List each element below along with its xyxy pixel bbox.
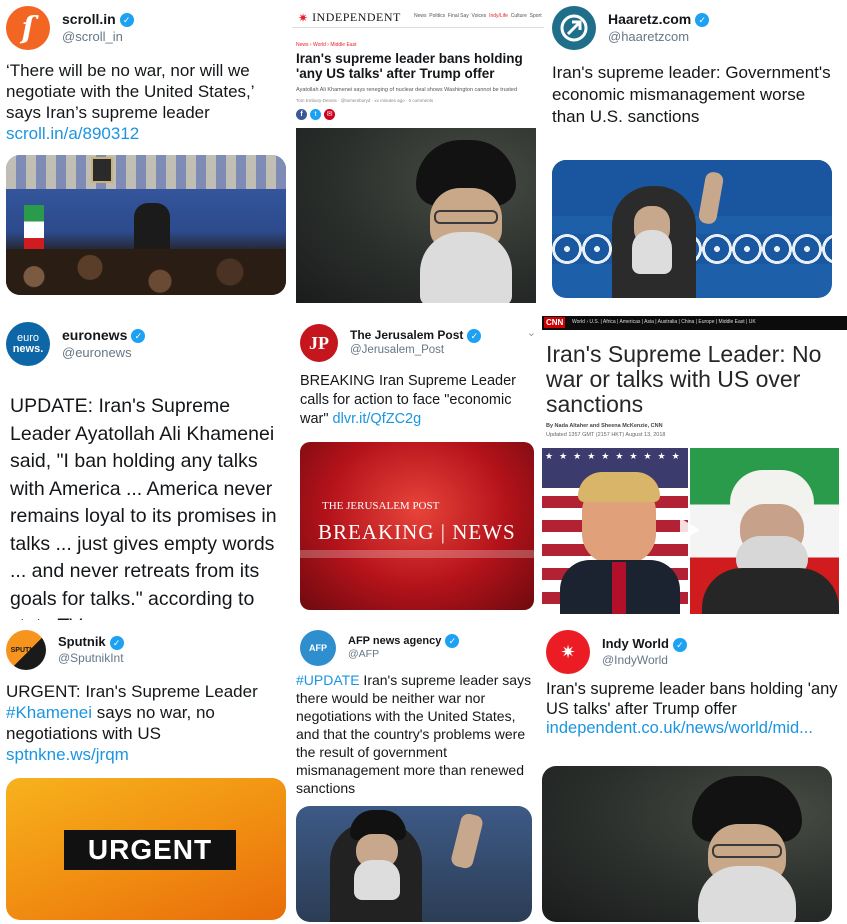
speaker-beard	[632, 230, 672, 274]
khamenei-photo[interactable]	[296, 128, 536, 303]
trump-rouhani-photo[interactable]: ★★★★★★★★★★	[542, 448, 839, 614]
tweet-sputnik[interactable]: SPUTNIK Sputnik ✓ @SputnikInt URGENT: Ira…	[0, 624, 294, 924]
raised-hand	[449, 812, 485, 870]
tweet-link[interactable]: dlvr.it/QfZC2g	[333, 411, 422, 427]
display-name[interactable]: AFP news agency	[348, 635, 441, 649]
tweet-text: UPDATE: Iran's Supreme Leader Ayatollah …	[10, 395, 277, 620]
facebook-share-icon[interactable]: f	[296, 109, 307, 120]
beard	[420, 232, 512, 303]
article-standfirst: Ayatollah Ali Khamenei says reneging of …	[296, 87, 518, 93]
verified-icon: ✓	[109, 635, 124, 650]
display-name[interactable]: Indy World	[602, 636, 669, 652]
handle[interactable]: @haaretzcom	[608, 29, 709, 45]
speaker-beard	[354, 860, 400, 900]
haaretz-avatar[interactable]	[552, 6, 596, 50]
verified-icon: ✓	[672, 637, 687, 652]
brand-name[interactable]: INDEPENDENT	[312, 10, 401, 25]
tweet-photo[interactable]	[542, 766, 832, 922]
scroll-avatar[interactable]: ſ	[6, 6, 50, 50]
beard	[698, 866, 796, 922]
divider	[292, 27, 544, 28]
tweet-text: Iran's supreme leader: Government's econ…	[552, 63, 831, 126]
verified-icon: ✓	[467, 328, 482, 343]
eagle-icon: ✷	[560, 641, 576, 662]
tweet-afp[interactable]: AFP AFP news agency ✓ @AFP #UPDATE Iran's…	[294, 624, 540, 924]
hashtag-link[interactable]: #Khamenei	[6, 703, 92, 722]
handle[interactable]: @IndyWorld	[602, 653, 687, 668]
urgent-card[interactable]: URGENT	[6, 778, 286, 920]
afp-avatar[interactable]: AFP	[300, 630, 336, 666]
tweet-indy-world[interactable]: ✷ Indy World ✓ @IndyWorld Iran's supreme …	[540, 624, 847, 924]
hashtag-link[interactable]: #UPDATE	[296, 672, 360, 688]
site-nav[interactable]: News Politics Final Say Voices Indy/Life…	[414, 13, 542, 19]
card-text: BREAKING | NEWS	[318, 520, 516, 544]
byline: By Nada Altaher and Sheena McKenzie, CNN	[546, 423, 663, 429]
jpost-avatar[interactable]: JP	[300, 324, 338, 362]
handle[interactable]: @euronews	[62, 345, 145, 361]
tweet-text: Iran's supreme leader bans holding 'any …	[546, 680, 838, 718]
speaker-figure	[134, 203, 170, 253]
verified-icon: ✓	[119, 12, 134, 27]
verified-icon: ✓	[131, 328, 146, 343]
glasses	[712, 844, 782, 858]
verified-icon: ✓	[695, 12, 710, 27]
section-breadcrumb[interactable]: News › World › Middle East	[296, 42, 356, 48]
twitter-share-icon[interactable]: t	[310, 109, 321, 120]
email-share-icon[interactable]: ✉	[324, 109, 335, 120]
haaretz-logo-icon	[560, 14, 588, 42]
handle[interactable]: @scroll_in	[62, 29, 134, 45]
rouhani-robe	[702, 568, 839, 614]
handle[interactable]: @AFP	[348, 648, 459, 661]
glasses	[434, 210, 498, 224]
crowd	[6, 249, 286, 295]
urgent-label: URGENT	[87, 834, 213, 865]
display-name[interactable]: Sputnik	[58, 634, 106, 650]
tweet-photo[interactable]	[552, 160, 832, 298]
handle[interactable]: @Jerusalem_Post	[350, 343, 481, 357]
byline: Tom Embury-Dennis · @tomemburyd · xx min…	[296, 98, 434, 103]
tweet-link[interactable]: independent.co.uk/news/world/mid...	[546, 719, 813, 737]
trump-tie	[612, 562, 626, 614]
card-bar	[300, 550, 534, 558]
article-headline: Iran's supreme leader bans holding 'any …	[296, 51, 523, 81]
tweet-scroll[interactable]: ſ scroll.in ✓ @scroll_in ‘There will be n…	[0, 0, 292, 305]
banner-pattern	[6, 155, 286, 189]
display-name[interactable]: The Jerusalem Post	[350, 328, 463, 343]
euronews-avatar[interactable]: euro news.	[6, 322, 50, 366]
tweet-euronews[interactable]: euro news. euronews ✓ @euronews UPDATE: Ir…	[0, 308, 294, 620]
tweet-text: URGENT: Iran's Supreme Leader	[6, 682, 258, 701]
independent-article[interactable]: ✷ INDEPENDENT News Politics Final Say Vo…	[292, 0, 544, 305]
tweet-haaretz[interactable]: Haaretz.com ✓ @haaretzcom Iran's supreme …	[546, 0, 847, 305]
trump-hair	[578, 472, 660, 502]
tweet-text: Iran's supreme leader says there would b…	[296, 672, 532, 796]
handle[interactable]: @SputnikInt	[58, 651, 124, 666]
updated-time: Updated 1357 GMT (2157 HKT) August 13, 2…	[546, 432, 666, 438]
verified-icon: ✓	[445, 634, 460, 649]
tweet-jerusalem-post[interactable]: JP The Jerusalem Post ✓ @Jerusalem_Post ⌄…	[294, 318, 542, 614]
display-name[interactable]: scroll.in	[62, 11, 116, 29]
independent-eagle-icon: ✷	[298, 10, 309, 25]
tweet-photo[interactable]	[296, 806, 532, 922]
cnn-nav[interactable]: World › U.S. | Africa | Americas | Asia …	[572, 319, 756, 325]
tweet-photo[interactable]	[6, 155, 286, 295]
display-name[interactable]: euronews	[62, 327, 127, 345]
cnn-article[interactable]: CNN World › U.S. | Africa | Americas | A…	[542, 316, 847, 616]
sputnik-avatar[interactable]: SPUTNIK	[6, 630, 46, 670]
cnn-logo[interactable]: CNN	[544, 317, 566, 328]
article-headline: Iran's Supreme Leader: No war or talks w…	[546, 341, 822, 417]
chevron-down-icon[interactable]: ⌄	[527, 326, 536, 339]
card-brand: THE JERUSALEM POST	[322, 500, 440, 512]
tweet-link[interactable]: scroll.in/a/890312	[6, 124, 139, 143]
indy-world-avatar[interactable]: ✷	[546, 630, 590, 674]
display-name[interactable]: Haaretz.com	[608, 11, 691, 29]
iran-flag	[24, 205, 44, 255]
portrait-frame	[91, 157, 113, 183]
tweet-link[interactable]: sptnkne.ws/jrqm	[6, 745, 129, 764]
play-icon[interactable]	[680, 518, 700, 542]
tweet-text: ‘There will be no war, nor will we negot…	[6, 61, 254, 122]
breaking-news-card[interactable]: THE JERUSALEM POST BREAKING | NEWS	[300, 442, 534, 610]
